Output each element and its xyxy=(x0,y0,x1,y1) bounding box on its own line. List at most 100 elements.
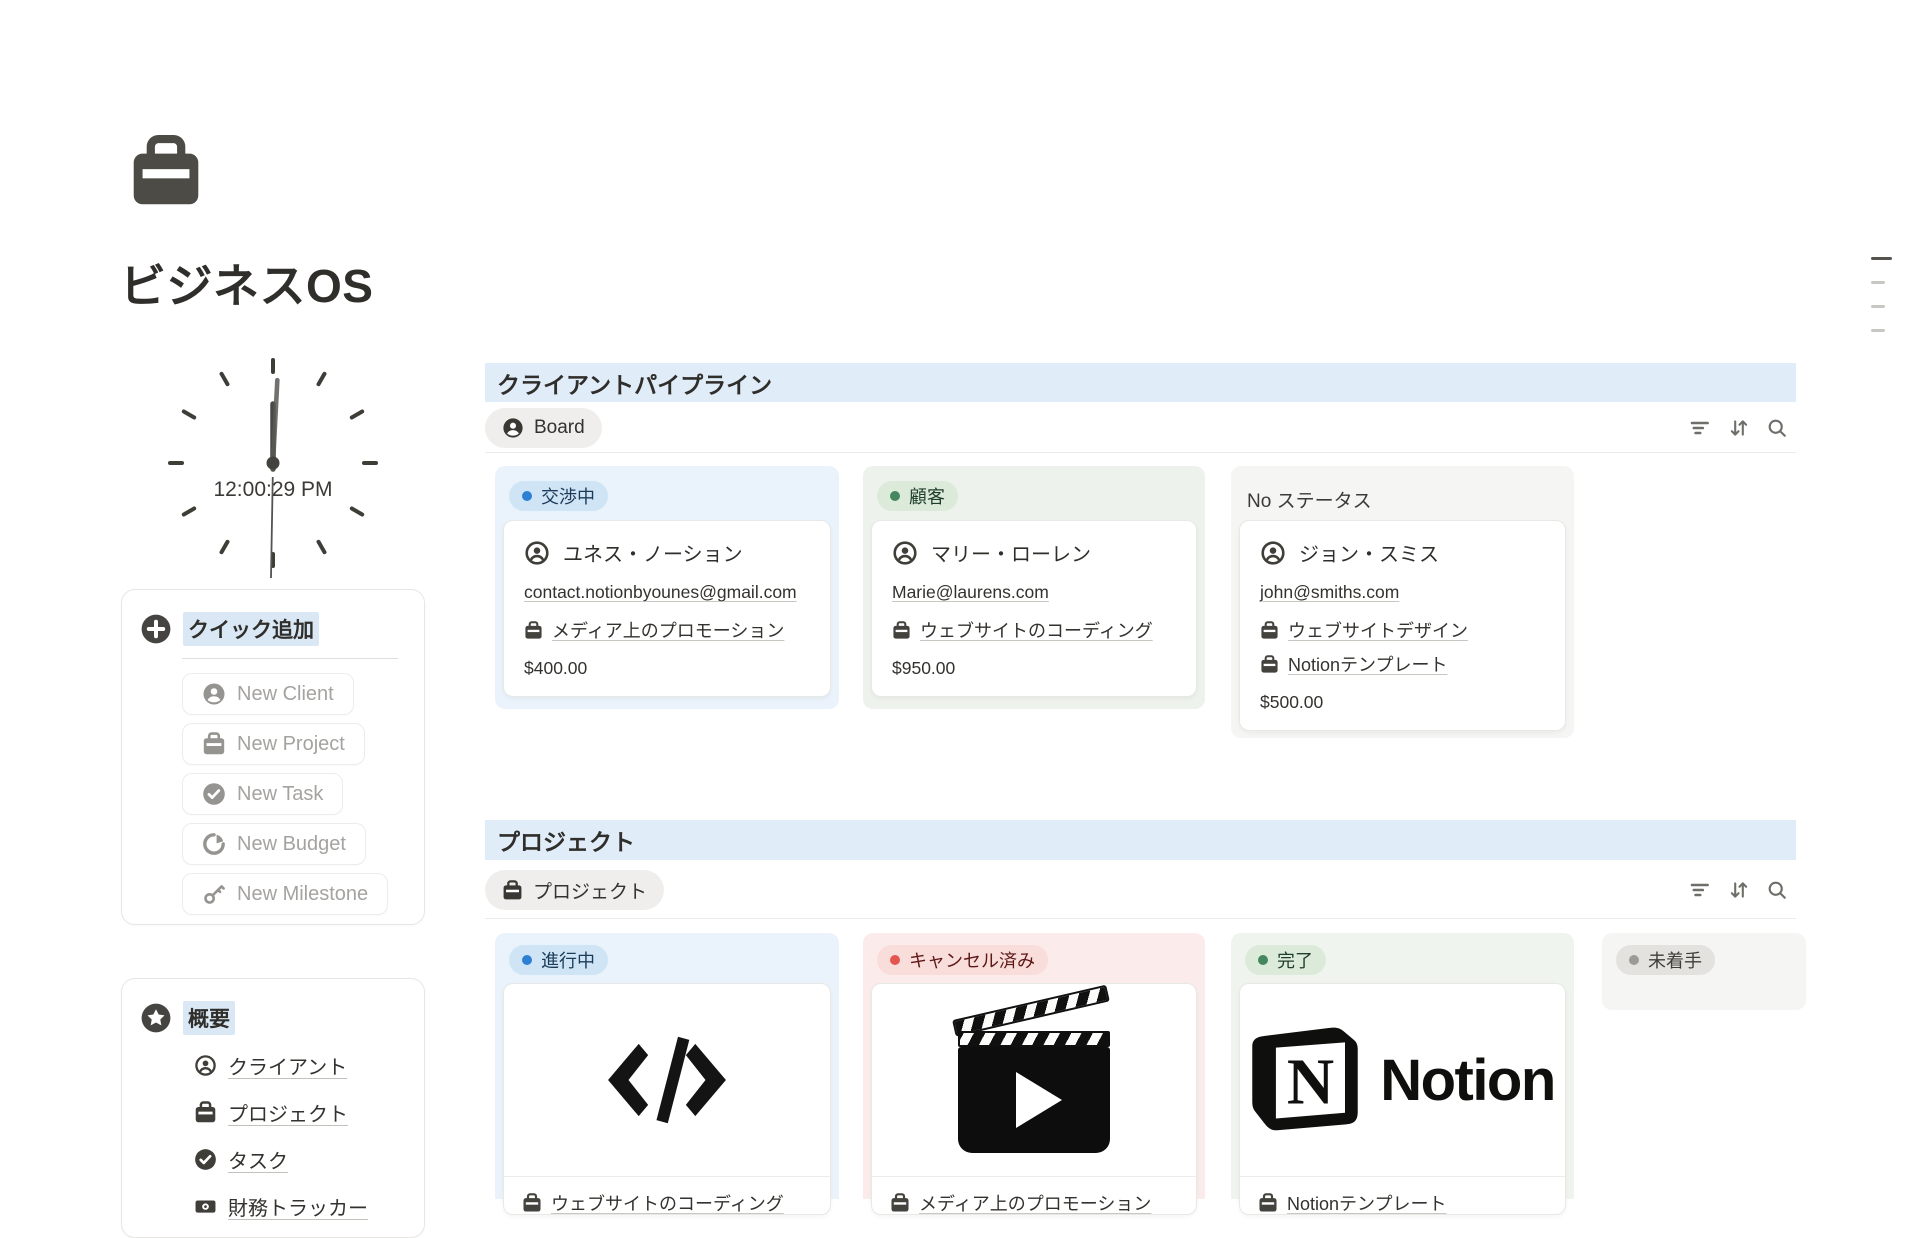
overview-link-clients[interactable]: クライアント xyxy=(194,1051,347,1080)
related-project-label: メディア上のプロモーション xyxy=(552,617,784,643)
search-icon[interactable] xyxy=(1766,417,1788,439)
person-icon xyxy=(202,682,226,706)
pie-chart-icon xyxy=(202,832,226,856)
clapperboard-icon xyxy=(948,1004,1120,1156)
briefcase-icon xyxy=(892,621,911,640)
button-label: New Client xyxy=(237,683,334,706)
pipeline-section-title: クライアントパイプライン xyxy=(497,366,772,400)
svg-text:N: N xyxy=(1287,1047,1334,1119)
view-tab-label: Board xyxy=(534,417,585,439)
related-project-link[interactable]: メディア上のプロモーション xyxy=(524,617,784,643)
client-card[interactable]: マリー・ローレン Marie@laurens.com ウェブサイトのコーディング… xyxy=(871,520,1197,697)
status-label: 交渉中 xyxy=(541,483,595,509)
clock-face-icon xyxy=(158,348,388,578)
status-pill[interactable]: 交渉中 xyxy=(509,481,608,511)
status-pill[interactable]: 進行中 xyxy=(509,945,608,975)
client-name: マリー・ローレン xyxy=(931,538,1091,567)
project-label: メディア上のプロモーション xyxy=(919,1190,1151,1215)
amount-value: $950.00 xyxy=(892,658,1176,679)
pipeline-section-header: クライアントパイプライン xyxy=(485,363,1796,402)
project-card[interactable]: N Notion Notionテンプレート xyxy=(1239,983,1566,1215)
board-view-tab[interactable]: Board xyxy=(485,408,602,448)
briefcase-icon xyxy=(524,621,543,640)
briefcase-icon xyxy=(1258,1193,1278,1213)
sort-icon[interactable] xyxy=(1727,416,1751,440)
project-label: Notionテンプレート xyxy=(1287,1190,1447,1215)
new-client-button[interactable]: New Client xyxy=(182,673,354,715)
new-budget-button[interactable]: New Budget xyxy=(182,823,366,865)
search-icon[interactable] xyxy=(1766,879,1788,901)
projects-column-cancelled: キャンセル済み メディア上のプロモーション xyxy=(863,933,1205,1199)
overview-link-tasks[interactable]: タスク xyxy=(194,1145,288,1174)
status-dot-icon xyxy=(1629,955,1639,965)
filter-icon[interactable] xyxy=(1688,416,1712,440)
status-dot-icon xyxy=(522,955,532,965)
check-circle-icon xyxy=(202,782,226,806)
filter-icon[interactable] xyxy=(1688,878,1712,902)
status-label: 進行中 xyxy=(541,947,595,973)
status-pill[interactable]: 未着手 xyxy=(1616,945,1715,975)
status-dot-icon xyxy=(890,491,900,501)
project-label: ウェブサイトのコーディング xyxy=(551,1190,784,1215)
status-pill[interactable]: キャンセル済み xyxy=(877,945,1048,975)
related-project-link[interactable]: ウェブサイトデザイン xyxy=(1260,617,1468,643)
briefcase-icon xyxy=(502,880,523,901)
person-icon xyxy=(502,417,524,439)
client-card[interactable]: ユネス・ノーション contact.notionbyounes@gmail.co… xyxy=(503,520,831,697)
person-icon xyxy=(1260,540,1286,566)
star-circle-icon xyxy=(140,1002,172,1034)
link-label: プロジェクト xyxy=(228,1098,348,1127)
button-label: New Milestone xyxy=(237,883,368,906)
related-project-label: ウェブサイトのコーディング xyxy=(920,617,1153,643)
related-project-link[interactable]: Notionテンプレート xyxy=(1260,651,1448,677)
related-project-link[interactable]: ウェブサイトのコーディング xyxy=(892,617,1153,643)
projects-column-done: 完了 N Notion Notionテンプレート xyxy=(1231,933,1574,1199)
briefcase-icon xyxy=(1260,655,1279,674)
overview-card: 概要 クライアント プロジェクト タスク 財務トラッカー xyxy=(121,978,425,1238)
page-briefcase-icon[interactable] xyxy=(122,134,210,210)
client-email-link[interactable]: contact.notionbyounes@gmail.com xyxy=(524,582,810,603)
notion-wordmark: Notion xyxy=(1380,1047,1555,1114)
status-pill[interactable]: 顧客 xyxy=(877,481,958,511)
project-link[interactable]: Notionテンプレート xyxy=(1240,1177,1465,1215)
client-email-link[interactable]: Marie@laurens.com xyxy=(892,582,1176,603)
plus-circle-icon xyxy=(140,613,172,645)
client-card[interactable]: ジョン・スミス john@smiths.com ウェブサイトデザイン Notio… xyxy=(1239,520,1566,731)
status-label: 未着手 xyxy=(1648,947,1702,973)
project-card[interactable]: ウェブサイトのコーディング xyxy=(503,983,831,1215)
quick-add-title: クイック追加 xyxy=(183,612,319,646)
project-card[interactable]: メディア上のプロモーション xyxy=(871,983,1197,1215)
person-icon xyxy=(892,540,918,566)
amount-value: $500.00 xyxy=(1260,692,1545,713)
button-label: New Project xyxy=(237,733,345,756)
key-icon xyxy=(202,882,226,906)
page-outline-indicator[interactable] xyxy=(1871,257,1892,353)
new-task-button[interactable]: New Task xyxy=(182,773,343,815)
notion-cube-icon: N xyxy=(1250,1020,1360,1140)
briefcase-icon xyxy=(1260,621,1279,640)
status-label: キャンセル済み xyxy=(909,947,1035,973)
overview-link-finance[interactable]: 財務トラッカー xyxy=(194,1192,368,1221)
briefcase-icon xyxy=(202,732,226,756)
analog-clock: 12:00:29 PM xyxy=(158,348,388,578)
client-email-link[interactable]: john@smiths.com xyxy=(1260,582,1545,603)
new-milestone-button[interactable]: New Milestone xyxy=(182,873,388,915)
person-icon xyxy=(524,540,550,566)
projects-column-in-progress: 進行中 ウェブサイトのコーディング xyxy=(495,933,839,1199)
check-circle-icon xyxy=(194,1148,217,1171)
view-tab-label: プロジェクト xyxy=(533,877,647,904)
status-label: 完了 xyxy=(1277,947,1313,973)
status-label[interactable]: No ステータス xyxy=(1247,486,1574,513)
overview-link-projects[interactable]: プロジェクト xyxy=(194,1098,348,1127)
new-project-button[interactable]: New Project xyxy=(182,723,365,765)
client-name: ユネス・ノーション xyxy=(563,538,743,567)
button-label: New Task xyxy=(237,783,323,806)
sort-icon[interactable] xyxy=(1727,878,1751,902)
pipeline-toolbar: Board xyxy=(485,404,1796,453)
projects-view-tab[interactable]: プロジェクト xyxy=(485,870,664,910)
project-link[interactable]: ウェブサイトのコーディング xyxy=(504,1177,802,1215)
link-label: タスク xyxy=(228,1145,288,1174)
status-pill[interactable]: 完了 xyxy=(1245,945,1326,975)
briefcase-icon xyxy=(522,1193,542,1213)
project-link[interactable]: メディア上のプロモーション xyxy=(872,1177,1169,1215)
